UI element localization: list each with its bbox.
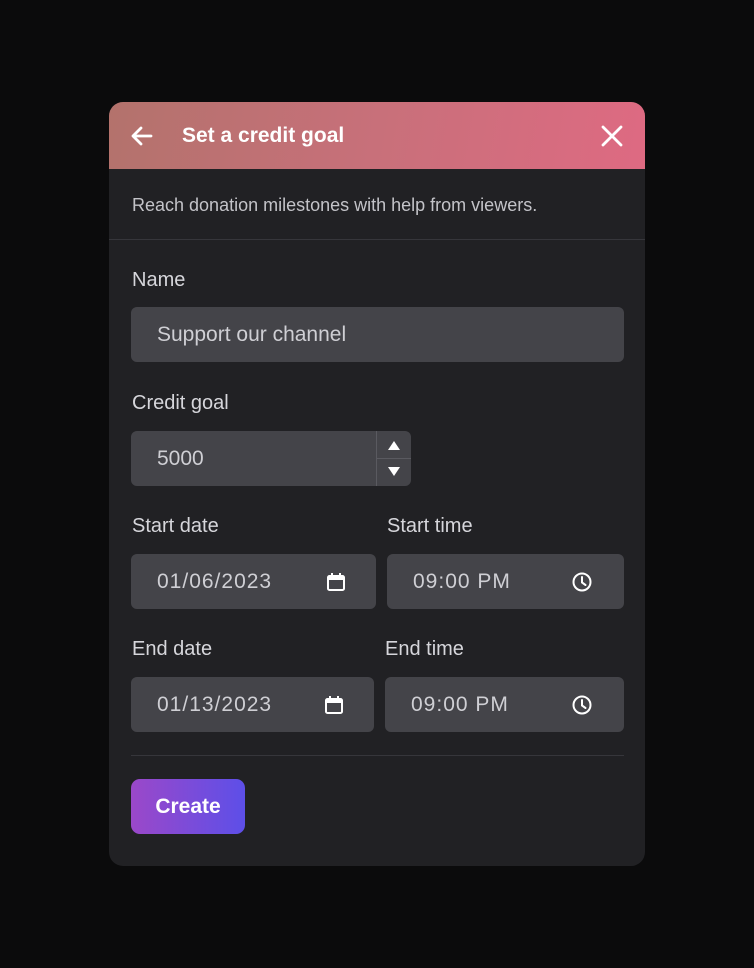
end-time-value: 09:00 PM — [411, 693, 509, 716]
start-time-label: Start time — [387, 515, 473, 537]
clock-icon[interactable] — [571, 571, 593, 593]
end-time-field[interactable]: 09:00 PM — [385, 677, 624, 732]
create-button[interactable]: Create — [131, 779, 245, 834]
start-date-field[interactable]: 01/06/2023 — [131, 554, 376, 609]
end-time-label: End time — [385, 638, 464, 660]
credit-goal-value: 5000 — [157, 447, 204, 470]
arrow-left-icon[interactable] — [129, 123, 155, 149]
name-field[interactable]: Support our channel — [131, 307, 624, 362]
credit-goal-field[interactable]: 5000 — [131, 431, 411, 486]
end-date-value: 01/13/2023 — [157, 693, 273, 716]
footer-divider — [131, 755, 624, 756]
clock-icon[interactable] — [571, 694, 593, 716]
dialog-description: Reach donation milestones with help from… — [132, 195, 538, 215]
dialog-header: Set a credit goal — [109, 102, 645, 169]
calendar-icon[interactable] — [323, 694, 345, 716]
start-date-label: Start date — [132, 515, 219, 537]
header-divider — [109, 239, 645, 240]
dialog-title: Set a credit goal — [182, 124, 345, 147]
triangle-up-icon — [388, 441, 400, 450]
start-date-value: 01/06/2023 — [157, 570, 273, 593]
credit-goal-label: Credit goal — [132, 392, 229, 414]
start-time-value: 09:00 PM — [413, 570, 511, 593]
credit-goal-dialog: Set a credit goal Reach donation milesto… — [109, 102, 645, 866]
end-date-label: End date — [132, 638, 213, 660]
calendar-icon[interactable] — [325, 571, 347, 593]
end-date-field[interactable]: 01/13/2023 — [131, 677, 374, 732]
start-time-field[interactable]: 09:00 PM — [387, 554, 624, 609]
credit-goal-stepper — [376, 431, 411, 486]
increment-button[interactable] — [377, 431, 411, 459]
name-label: Name — [132, 269, 186, 291]
name-value: Support our channel — [157, 323, 347, 346]
close-icon[interactable] — [599, 123, 625, 149]
decrement-button[interactable] — [377, 459, 411, 486]
triangle-down-icon — [388, 467, 400, 476]
